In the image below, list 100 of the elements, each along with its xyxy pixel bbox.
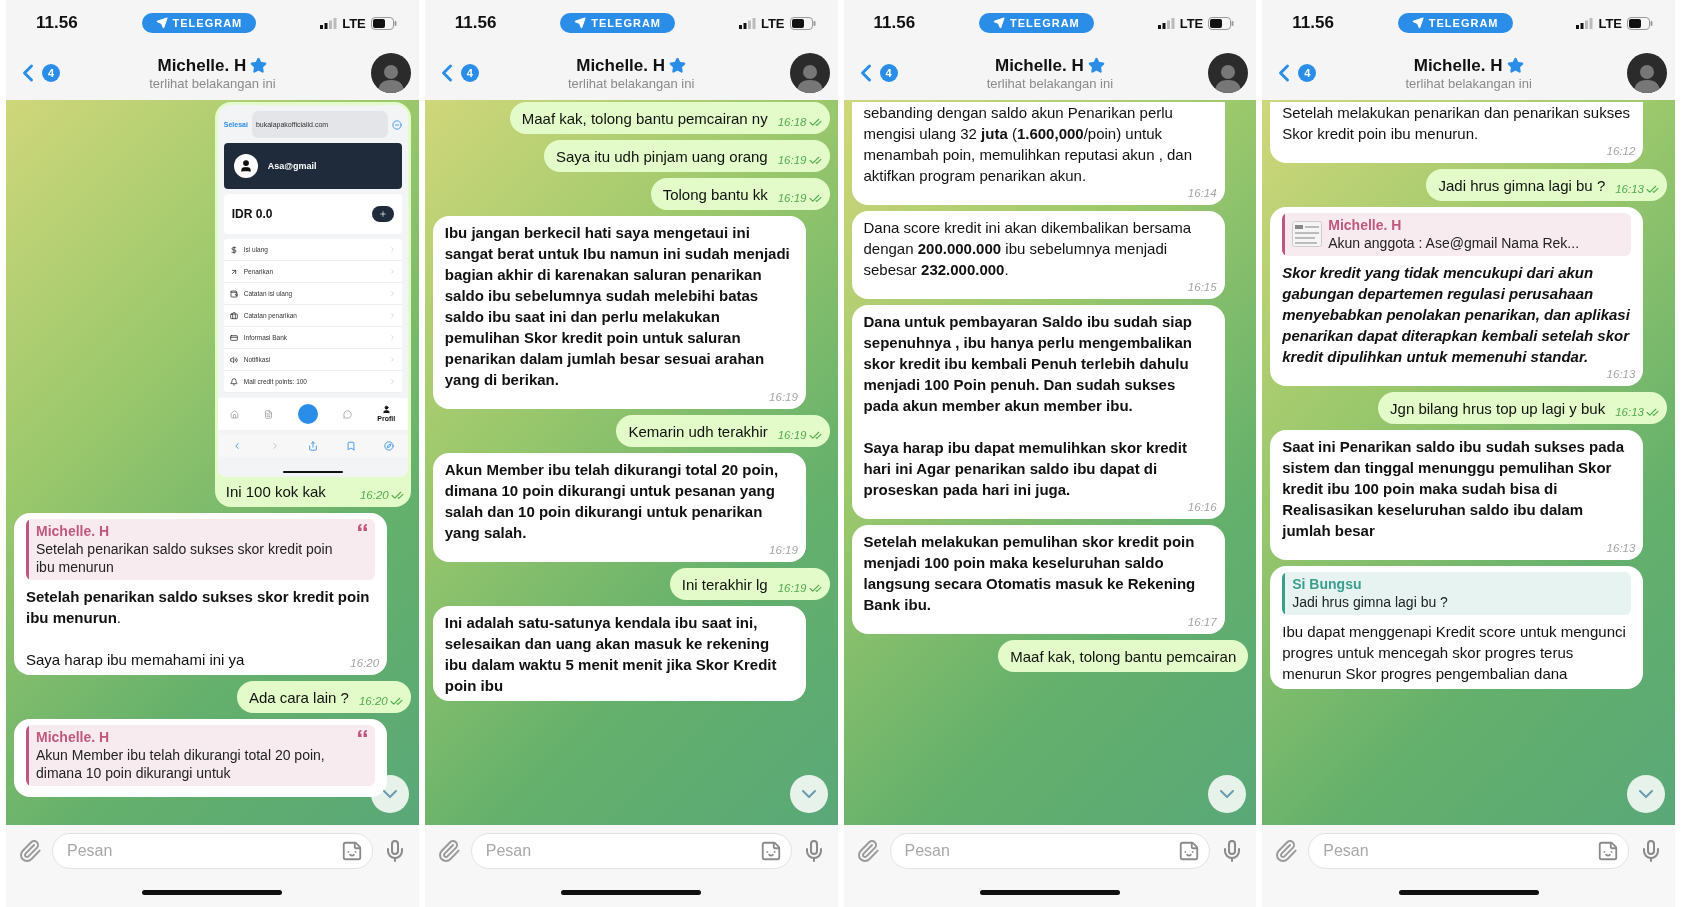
message-text: Skor kredit yang tidak mencukupi dari akun gabungan departemen regulasi perusahaan menyebabkan penolakan penarikan, dan aplikasi penarikan dapat diterapkan kembali setelah skor kredit dipulihkan untuk memenuhi standar.: [1282, 263, 1631, 367]
chevron-icon: [388, 290, 396, 297]
message-text: Jgn bilang hrus top up lagi y buk: [1390, 399, 1606, 419]
scroll-down-button[interactable]: [1208, 775, 1247, 813]
chevron-icon: [388, 356, 396, 363]
sticker-icon[interactable]: [1597, 840, 1619, 862]
attach-icon[interactable]: [18, 839, 42, 863]
telegram-pill[interactable]: TELEGRAM: [560, 13, 675, 33]
message-text: Ini 100 kok kak: [225, 482, 327, 502]
chevron-icon: [388, 378, 396, 385]
message-text: Saya harap ibu dapat memulihkan skor kredit hari ini Agar penarikan saldo ibu dapat di proseskan pada hari ini juga.: [863, 438, 1188, 500]
message-text: Tolong bantu kk: [662, 185, 768, 205]
contact-avatar[interactable]: [370, 53, 411, 93]
telegram-pill[interactable]: TELEGRAM: [979, 13, 1094, 33]
pill-label: TELEGRAM: [172, 17, 243, 29]
card-icon: [229, 333, 238, 342]
message-time: 16:13: [1615, 405, 1644, 419]
message-time: 16:13: [1615, 182, 1644, 196]
last-seen-status: terlihat belakangan ini: [567, 75, 695, 91]
status-time: 11.56: [873, 13, 916, 33]
reply-author: Michelle. H: [36, 728, 111, 746]
signal-icon: [1157, 17, 1175, 29]
bookmark-icon: [345, 441, 356, 451]
message-time: 16:14: [1187, 186, 1217, 200]
battery-icon: [789, 16, 816, 30]
message-input[interactable]: Pesan: [1308, 833, 1629, 869]
message-text: Dana score kredit ini akan dikembalikan bersama dengan 200.000.000 ibu sebelumnya menjadi sebesar 232.000.000.: [863, 218, 1193, 280]
chat-title: Michelle. H: [1413, 55, 1503, 76]
telegram-pill[interactable]: TELEGRAM: [141, 13, 257, 33]
avatar-icon: [233, 154, 258, 178]
sticker-icon[interactable]: [759, 840, 782, 862]
message-text: Dana untuk pembayaran Saldo ibu sudah siap sepenuhnya , ibu hanya perlu mengembalikan skor kredit ibu kembali Penuh terlebih dahulu menjadi 100 Poin penuh. Dan sudah sukses pada akun member akun member ibu.: [863, 312, 1193, 416]
message-time: 16:20: [350, 656, 380, 670]
speaker-icon: [229, 355, 238, 364]
message-text: Saya itu udh pinjam uang orang: [555, 147, 768, 167]
unread-badge: 4: [42, 64, 60, 82]
unread-badge: 4: [879, 64, 898, 82]
dollar-icon: [229, 245, 238, 254]
message-input[interactable]: Pesan: [470, 833, 792, 869]
message-text: Setelah melakukan pemulihan skor kredit poin menjadi 100 poin maka keseluruhan saldo langsung secara Otomatis masuk ke Rekening Bank ibu.: [863, 532, 1197, 615]
sticker-icon[interactable]: [1178, 840, 1201, 862]
paper-plane-icon: [155, 17, 168, 29]
reply-text: Akun Member ibu telah dikurangi total 20 poin, dimana 10 poin dikurangi untuk: [36, 746, 326, 782]
share-icon: [307, 441, 318, 451]
network-label: LTE: [760, 15, 785, 31]
scroll-down-button[interactable]: [1627, 775, 1665, 813]
paper-plane-icon: [993, 17, 1005, 29]
status-time: 11.56: [1292, 13, 1334, 33]
unread-badge: 4: [1298, 64, 1317, 82]
chevron-icon: [388, 312, 396, 319]
message-time: 16:18: [777, 115, 807, 129]
message-time: 16:13: [1606, 541, 1636, 555]
message-text: Saya harap ibu memahami ini ya: [26, 650, 246, 670]
compass-icon: [383, 441, 394, 451]
chevron-icon: [388, 268, 396, 275]
message-input[interactable]: Pesan: [52, 833, 373, 869]
message-time: 16:12: [1606, 144, 1636, 158]
attach-icon[interactable]: [855, 839, 880, 863]
message-time: 16:19: [777, 428, 807, 442]
attach-icon[interactable]: [1274, 839, 1299, 863]
battery-icon: [1627, 16, 1653, 30]
message-time: 16:15: [1187, 280, 1217, 294]
message-time: 16:19: [777, 153, 807, 167]
attach-icon[interactable]: [436, 839, 461, 863]
scroll-down-button[interactable]: [789, 775, 828, 813]
signal-icon: [1576, 17, 1594, 29]
briefcase-icon: [229, 311, 238, 320]
message-text: Jadi hrus gimna lagi bu ?: [1438, 176, 1606, 196]
sticker-icon[interactable]: [340, 840, 363, 862]
message-text: Ibu dapat menggenapi Kredit score untuk mengunci progres untuk mencegah skor progres terus menurun Skor progres pengembalian dana: [1282, 622, 1627, 684]
signal-icon: [738, 17, 756, 29]
bell-icon: [229, 377, 238, 386]
arrow-icon: [229, 267, 238, 276]
last-seen-status: terlihat belakangan ini: [149, 75, 276, 91]
message-text: Saat ini Penarikan saldo ibu sudah sukses pada sistem dan tinggal menunggu pemulihan Skor kredit ibu 100 poin maka sudah bisa di Realisasikan keseluruhan saldo ibu dalam jumlah besar: [1282, 437, 1626, 541]
message-text: Maaf kak, tolong bantu pemcairan ny: [521, 109, 768, 129]
chevron-icon: [388, 334, 396, 341]
signal-icon: [320, 17, 338, 29]
document-icon: [264, 409, 274, 419]
message-text: Ada cara lain ?: [248, 688, 349, 708]
message-text: Ibu jangan berkecil hati saya mengetaui ini sangat berat untuk Ibu namun ini sudah menjadi bagian akhir di karenakan saluran penarikan saldo ibu sebelumnya sudah melebihi batas saldo ibu saat ini dan perlu melakukan pemulihan Skor kredit poin untuk saluran penarikan dalam jumlah besar sesuai arahan yang di berikan.: [444, 223, 791, 390]
message-time: 16:19: [777, 191, 807, 205]
battery-icon: [1208, 16, 1235, 30]
reply-text: Setelah penarikan saldo sukses skor kredit poin ibu menurun: [36, 540, 334, 576]
battery-icon: [370, 16, 397, 30]
message-input[interactable]: Pesan: [889, 833, 1211, 869]
status-time: 11.56: [454, 13, 497, 33]
message-time: 16:16: [1187, 500, 1217, 514]
contact-avatar[interactable]: [1208, 53, 1249, 93]
message-text: sebanding dengan saldo akun Penarikan perlu mengisi ulang 32 juta (1.600,000/poin) untuk menambah poin, memulihkan reputasi akun , dan aktifkan program penarikan akun.: [863, 103, 1194, 186]
wallet-icon: [229, 289, 238, 298]
message-text: Setelah melakukan penarikan dan penarikan sukses Skor kredit poin ibu menurun.: [1282, 103, 1631, 144]
pill-label: TELEGRAM: [591, 17, 661, 29]
pill-label: TELEGRAM: [1010, 17, 1080, 29]
contact-avatar[interactable]: [789, 53, 830, 93]
contact-avatar[interactable]: [1627, 53, 1667, 93]
unread-badge: 4: [460, 64, 479, 82]
message-text: Akun Member ibu telah dikurangi total 20 poin, dimana 10 poin dikurangi untuk pesanan yang salah dan 10 poin dikurangi untuk penarikan yang salah.: [444, 460, 780, 543]
telegram-pill[interactable]: TELEGRAM: [1397, 13, 1513, 33]
pill-label: TELEGRAM: [1428, 17, 1499, 29]
